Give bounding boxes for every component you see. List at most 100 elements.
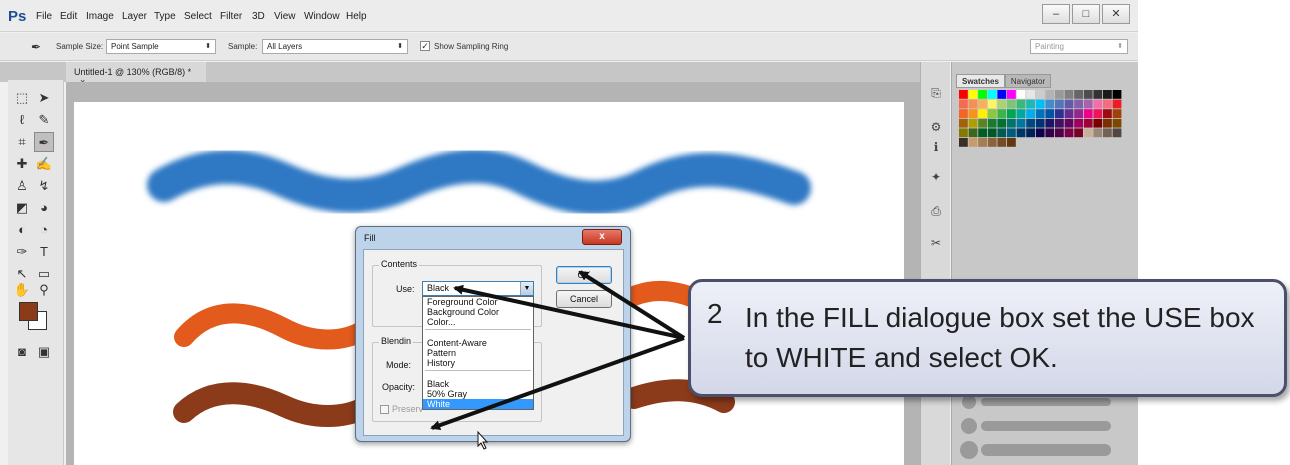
- color-swatch[interactable]: [1055, 90, 1064, 99]
- minimize-button[interactable]: –: [1042, 4, 1070, 24]
- color-swatch[interactable]: [978, 138, 987, 147]
- color-swatch[interactable]: [1064, 99, 1074, 109]
- color-swatch[interactable]: [1026, 118, 1035, 128]
- color-swatch[interactable]: [1045, 109, 1055, 118]
- dialog-close-button[interactable]: x: [582, 229, 622, 245]
- color-swatch[interactable]: [1055, 118, 1064, 128]
- color-swatch[interactable]: [1103, 118, 1112, 128]
- color-swatch[interactable]: [1074, 99, 1083, 109]
- lasso-icon[interactable]: ℓ: [12, 110, 32, 130]
- foreground-color-swatch[interactable]: [19, 302, 38, 321]
- brush-presets[interactable]: [959, 392, 1125, 465]
- color-swatch[interactable]: [1112, 118, 1122, 128]
- color-swatch[interactable]: [1007, 138, 1016, 147]
- color-swatch[interactable]: [1074, 90, 1083, 99]
- pen-icon[interactable]: ✑: [12, 242, 32, 262]
- color-swatch[interactable]: [1055, 128, 1064, 138]
- menu-select[interactable]: Select: [184, 11, 212, 22]
- workspace-select[interactable]: Painting ⬍: [1030, 39, 1128, 54]
- color-swatch[interactable]: [987, 138, 997, 147]
- color-swatch[interactable]: [1007, 109, 1016, 118]
- color-swatch[interactable]: [1083, 128, 1093, 138]
- menu-file[interactable]: File: [36, 11, 52, 22]
- tool-preset-icon[interactable]: ✂: [927, 234, 945, 252]
- adjust-icon[interactable]: ⚙: [927, 118, 945, 136]
- use-select[interactable]: Black ▼: [422, 281, 534, 296]
- color-swatch[interactable]: [968, 138, 978, 147]
- history-brush-icon[interactable]: ↯: [34, 176, 54, 196]
- maximize-button[interactable]: □: [1072, 4, 1100, 24]
- brush-icon[interactable]: ✍: [34, 154, 54, 174]
- color-swatch[interactable]: [1093, 109, 1103, 118]
- dodge-icon[interactable]: ◔: [34, 220, 54, 240]
- zoom-icon[interactable]: ⚲: [34, 280, 54, 300]
- healing-icon[interactable]: ✚: [12, 154, 32, 174]
- color-swatch[interactable]: [1083, 99, 1093, 109]
- color-swatch[interactable]: [959, 118, 968, 128]
- eyedropper-icon[interactable]: ✒: [34, 132, 54, 152]
- color-swatch[interactable]: [1093, 128, 1103, 138]
- color-swatch[interactable]: [1074, 118, 1083, 128]
- menu-view[interactable]: View: [274, 11, 296, 22]
- color-swatch[interactable]: [1007, 118, 1016, 128]
- color-swatch[interactable]: [1016, 90, 1026, 99]
- sample-size-select[interactable]: Point Sample ⬍: [106, 39, 216, 54]
- color-swatch[interactable]: [1016, 118, 1026, 128]
- menu-window[interactable]: Window: [304, 11, 340, 22]
- color-swatch[interactable]: [1093, 99, 1103, 109]
- close-window-button[interactable]: ✕: [1102, 4, 1130, 24]
- color-swatch[interactable]: [959, 109, 968, 118]
- color-swatch[interactable]: [978, 109, 987, 118]
- color-swatch[interactable]: [1103, 109, 1112, 118]
- cancel-button[interactable]: Cancel: [556, 290, 612, 308]
- color-swatch[interactable]: [1064, 90, 1074, 99]
- color-swatch[interactable]: [1007, 90, 1016, 99]
- color-swatch[interactable]: [968, 90, 978, 99]
- color-swatch[interactable]: [1016, 99, 1026, 109]
- option-history[interactable]: History: [423, 358, 533, 368]
- color-swatch[interactable]: [1026, 109, 1035, 118]
- option-50-gray[interactable]: 50% Gray: [423, 389, 533, 399]
- type-icon[interactable]: T: [34, 242, 54, 262]
- blur-icon[interactable]: ◐: [12, 220, 32, 240]
- color-swatch[interactable]: [959, 128, 968, 138]
- document-tab[interactable]: Untitled-1 @ 130% (RGB/8) * ×: [66, 62, 206, 87]
- color-swatch[interactable]: [987, 99, 997, 109]
- color-swatch[interactable]: [1026, 99, 1035, 109]
- color-swatch[interactable]: [1112, 99, 1122, 109]
- color-swatch[interactable]: [987, 109, 997, 118]
- sample-select[interactable]: All Layers ⬍: [262, 39, 408, 54]
- color-swatch[interactable]: [1083, 109, 1093, 118]
- preserve-transparency-checkbox[interactable]: [380, 405, 389, 414]
- stamp-icon[interactable]: ♙: [12, 176, 32, 196]
- color-swatch[interactable]: [959, 99, 968, 109]
- color-swatch[interactable]: [1074, 128, 1083, 138]
- color-swatch[interactable]: [1112, 128, 1122, 138]
- color-swatch[interactable]: [1035, 128, 1045, 138]
- color-swatch[interactable]: [997, 90, 1007, 99]
- bucket-icon[interactable]: ◕: [34, 198, 54, 218]
- color-swatch[interactable]: [987, 118, 997, 128]
- info-icon[interactable]: ℹ: [927, 138, 945, 156]
- color-swatch[interactable]: [959, 90, 968, 99]
- tab-swatches[interactable]: Swatches: [956, 74, 1005, 88]
- color-swatch[interactable]: [1074, 109, 1083, 118]
- color-swatch[interactable]: [1026, 128, 1035, 138]
- color-swatch[interactable]: [959, 138, 968, 147]
- color-swatch[interactable]: [1064, 128, 1074, 138]
- color-swatch[interactable]: [1055, 99, 1064, 109]
- color-swatch[interactable]: [1112, 109, 1122, 118]
- menu-edit[interactable]: Edit: [60, 11, 77, 22]
- color-swatch[interactable]: [1016, 109, 1026, 118]
- history-icon[interactable]: ⎘: [927, 84, 945, 102]
- color-swatch[interactable]: [968, 128, 978, 138]
- quick-mask-icon[interactable]: ◙: [12, 342, 32, 362]
- color-swatch[interactable]: [968, 118, 978, 128]
- color-swatch[interactable]: [997, 109, 1007, 118]
- option-pattern[interactable]: Pattern: [423, 348, 533, 358]
- marquee-icon[interactable]: ⬚: [12, 88, 32, 108]
- color-swatch[interactable]: [997, 118, 1007, 128]
- color-swatch[interactable]: [1083, 90, 1093, 99]
- color-swatch[interactable]: [1064, 118, 1074, 128]
- option-foreground-color[interactable]: Foreground Color: [423, 297, 533, 307]
